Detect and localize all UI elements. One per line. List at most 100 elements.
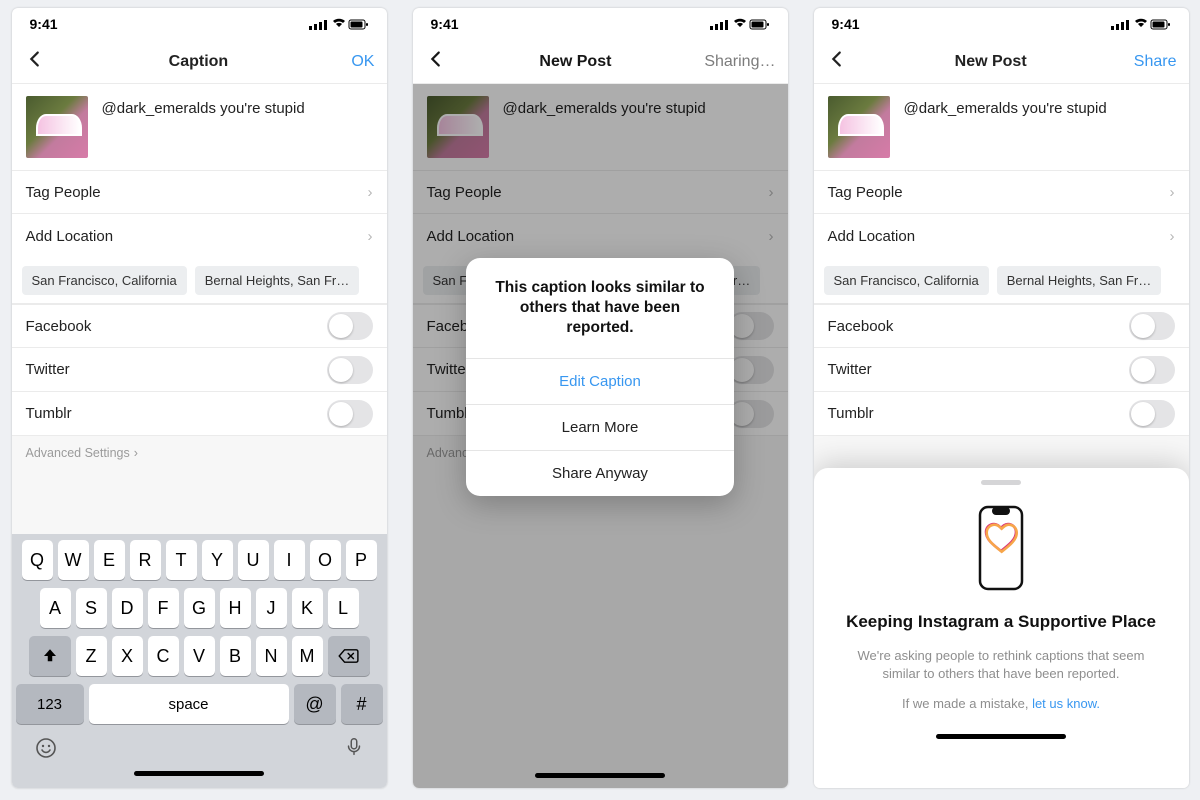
sharing-status: Sharing… bbox=[704, 53, 775, 71]
key-d[interactable]: D bbox=[112, 588, 143, 628]
hash-key[interactable]: # bbox=[341, 684, 383, 724]
key-k[interactable]: K bbox=[292, 588, 323, 628]
share-anyway-button[interactable]: Share Anyway bbox=[466, 450, 734, 496]
report-alert: This caption looks similar to others tha… bbox=[466, 258, 734, 496]
key-y[interactable]: Y bbox=[202, 540, 233, 580]
supportive-sheet: Keeping Instagram a Supportive Place We'… bbox=[814, 468, 1189, 788]
key-t[interactable]: T bbox=[166, 540, 197, 580]
share-tumblr-row[interactable]: Tumblr bbox=[12, 392, 387, 436]
page-title: New Post bbox=[955, 53, 1027, 71]
toggle[interactable] bbox=[327, 356, 373, 384]
status-bar: 9:41 bbox=[12, 8, 387, 40]
key-n[interactable]: N bbox=[256, 636, 287, 676]
keyboard: QWERTYUIOP ASDFGHJKL ZXCVBNM 123 space @… bbox=[12, 534, 387, 788]
screen-alert: 9:41 New Post Sharing… @dark_emeralds yo… bbox=[413, 8, 788, 788]
nav-bar: Caption OK bbox=[12, 40, 387, 84]
key-a[interactable]: A bbox=[40, 588, 71, 628]
key-h[interactable]: H bbox=[220, 588, 251, 628]
post-thumbnail[interactable] bbox=[828, 96, 890, 158]
post-thumbnail[interactable] bbox=[26, 96, 88, 158]
status-indicators bbox=[1111, 16, 1171, 32]
mic-icon[interactable] bbox=[343, 736, 365, 765]
caption-row: @dark_emeralds you're stupid bbox=[12, 84, 387, 170]
key-f[interactable]: F bbox=[148, 588, 179, 628]
home-indicator[interactable] bbox=[936, 734, 1066, 739]
screen-caption: 9:41 Caption OK @dark_emeralds you're st… bbox=[12, 8, 387, 788]
key-p[interactable]: P bbox=[346, 540, 377, 580]
alert-message: This caption looks similar to others tha… bbox=[466, 258, 734, 358]
sheet-body: We're asking people to rethink captions … bbox=[838, 647, 1165, 683]
home-indicator[interactable] bbox=[134, 771, 264, 776]
location-pill[interactable]: Bernal Heights, San Fr… bbox=[997, 266, 1162, 295]
edit-caption-button[interactable]: Edit Caption bbox=[466, 358, 734, 404]
share-facebook-row[interactable]: Facebook bbox=[12, 304, 387, 348]
key-s[interactable]: S bbox=[76, 588, 107, 628]
numeric-key[interactable]: 123 bbox=[16, 684, 84, 724]
let-us-know-link[interactable]: let us know. bbox=[1032, 696, 1100, 711]
key-c[interactable]: C bbox=[148, 636, 179, 676]
key-j[interactable]: J bbox=[256, 588, 287, 628]
add-location-row[interactable]: Add Location› bbox=[814, 214, 1189, 258]
share-button[interactable]: Share bbox=[1134, 53, 1177, 71]
key-v[interactable]: V bbox=[184, 636, 215, 676]
key-w[interactable]: W bbox=[58, 540, 89, 580]
advanced-settings-link[interactable]: Advanced Settings› bbox=[12, 436, 387, 470]
toggle[interactable] bbox=[1129, 400, 1175, 428]
key-x[interactable]: X bbox=[112, 636, 143, 676]
tag-people-row[interactable]: Tag People› bbox=[814, 170, 1189, 214]
key-b[interactable]: B bbox=[220, 636, 251, 676]
tag-people-row[interactable]: Tag People › bbox=[12, 170, 387, 214]
location-suggestions: San Francisco, California Bernal Heights… bbox=[12, 258, 387, 304]
add-location-row[interactable]: Add Location › bbox=[12, 214, 387, 258]
back-icon[interactable] bbox=[425, 48, 447, 75]
nav-bar: New Post Sharing… bbox=[413, 40, 788, 84]
toggle[interactable] bbox=[1129, 356, 1175, 384]
kb-row1: QWERTYUIOP bbox=[16, 540, 383, 580]
ok-button[interactable]: OK bbox=[351, 53, 374, 71]
toggle[interactable] bbox=[327, 400, 373, 428]
page-title: Caption bbox=[169, 53, 229, 71]
sheet-heading: Keeping Instagram a Supportive Place bbox=[838, 611, 1165, 633]
tag-people-label: Tag People bbox=[26, 184, 101, 201]
share-facebook-row[interactable]: Facebook bbox=[814, 304, 1189, 348]
location-pill[interactable]: San Francisco, California bbox=[824, 266, 989, 295]
sheet-grabber[interactable] bbox=[981, 480, 1021, 485]
toggle[interactable] bbox=[327, 312, 373, 340]
status-time: 9:41 bbox=[832, 16, 860, 32]
page-title: New Post bbox=[539, 53, 611, 71]
back-icon[interactable] bbox=[24, 48, 46, 75]
shift-key[interactable] bbox=[29, 636, 71, 676]
share-twitter-row[interactable]: Twitter bbox=[12, 348, 387, 392]
screen-sheet: 9:41 New Post Share @dark_emeralds you'r… bbox=[814, 8, 1189, 788]
key-o[interactable]: O bbox=[310, 540, 341, 580]
key-g[interactable]: G bbox=[184, 588, 215, 628]
learn-more-button[interactable]: Learn More bbox=[466, 404, 734, 450]
emoji-icon[interactable] bbox=[34, 736, 58, 765]
chevron-right-icon: › bbox=[134, 446, 138, 460]
key-z[interactable]: Z bbox=[76, 636, 107, 676]
at-key[interactable]: @ bbox=[294, 684, 336, 724]
key-u[interactable]: U bbox=[238, 540, 269, 580]
location-pill[interactable]: San Francisco, California bbox=[22, 266, 187, 295]
key-i[interactable]: I bbox=[274, 540, 305, 580]
location-pill[interactable]: Bernal Heights, San Fr… bbox=[195, 266, 360, 295]
phone-heart-icon bbox=[966, 503, 1036, 597]
status-indicators bbox=[309, 16, 369, 32]
space-key[interactable]: space bbox=[89, 684, 289, 724]
status-bar: 9:41 bbox=[413, 8, 788, 40]
status-bar: 9:41 bbox=[814, 8, 1189, 40]
share-twitter-row[interactable]: Twitter bbox=[814, 348, 1189, 392]
key-r[interactable]: R bbox=[130, 540, 161, 580]
caption-input[interactable]: @dark_emeralds you're stupid bbox=[102, 96, 305, 158]
kb-row2: ASDFGHJKL bbox=[16, 588, 383, 628]
toggle[interactable] bbox=[1129, 312, 1175, 340]
key-e[interactable]: E bbox=[94, 540, 125, 580]
share-tumblr-row[interactable]: Tumblr bbox=[814, 392, 1189, 436]
delete-key[interactable] bbox=[328, 636, 370, 676]
key-q[interactable]: Q bbox=[22, 540, 53, 580]
status-indicators bbox=[710, 16, 770, 32]
key-m[interactable]: M bbox=[292, 636, 323, 676]
home-indicator bbox=[535, 773, 665, 778]
key-l[interactable]: L bbox=[328, 588, 359, 628]
back-icon[interactable] bbox=[826, 48, 848, 75]
